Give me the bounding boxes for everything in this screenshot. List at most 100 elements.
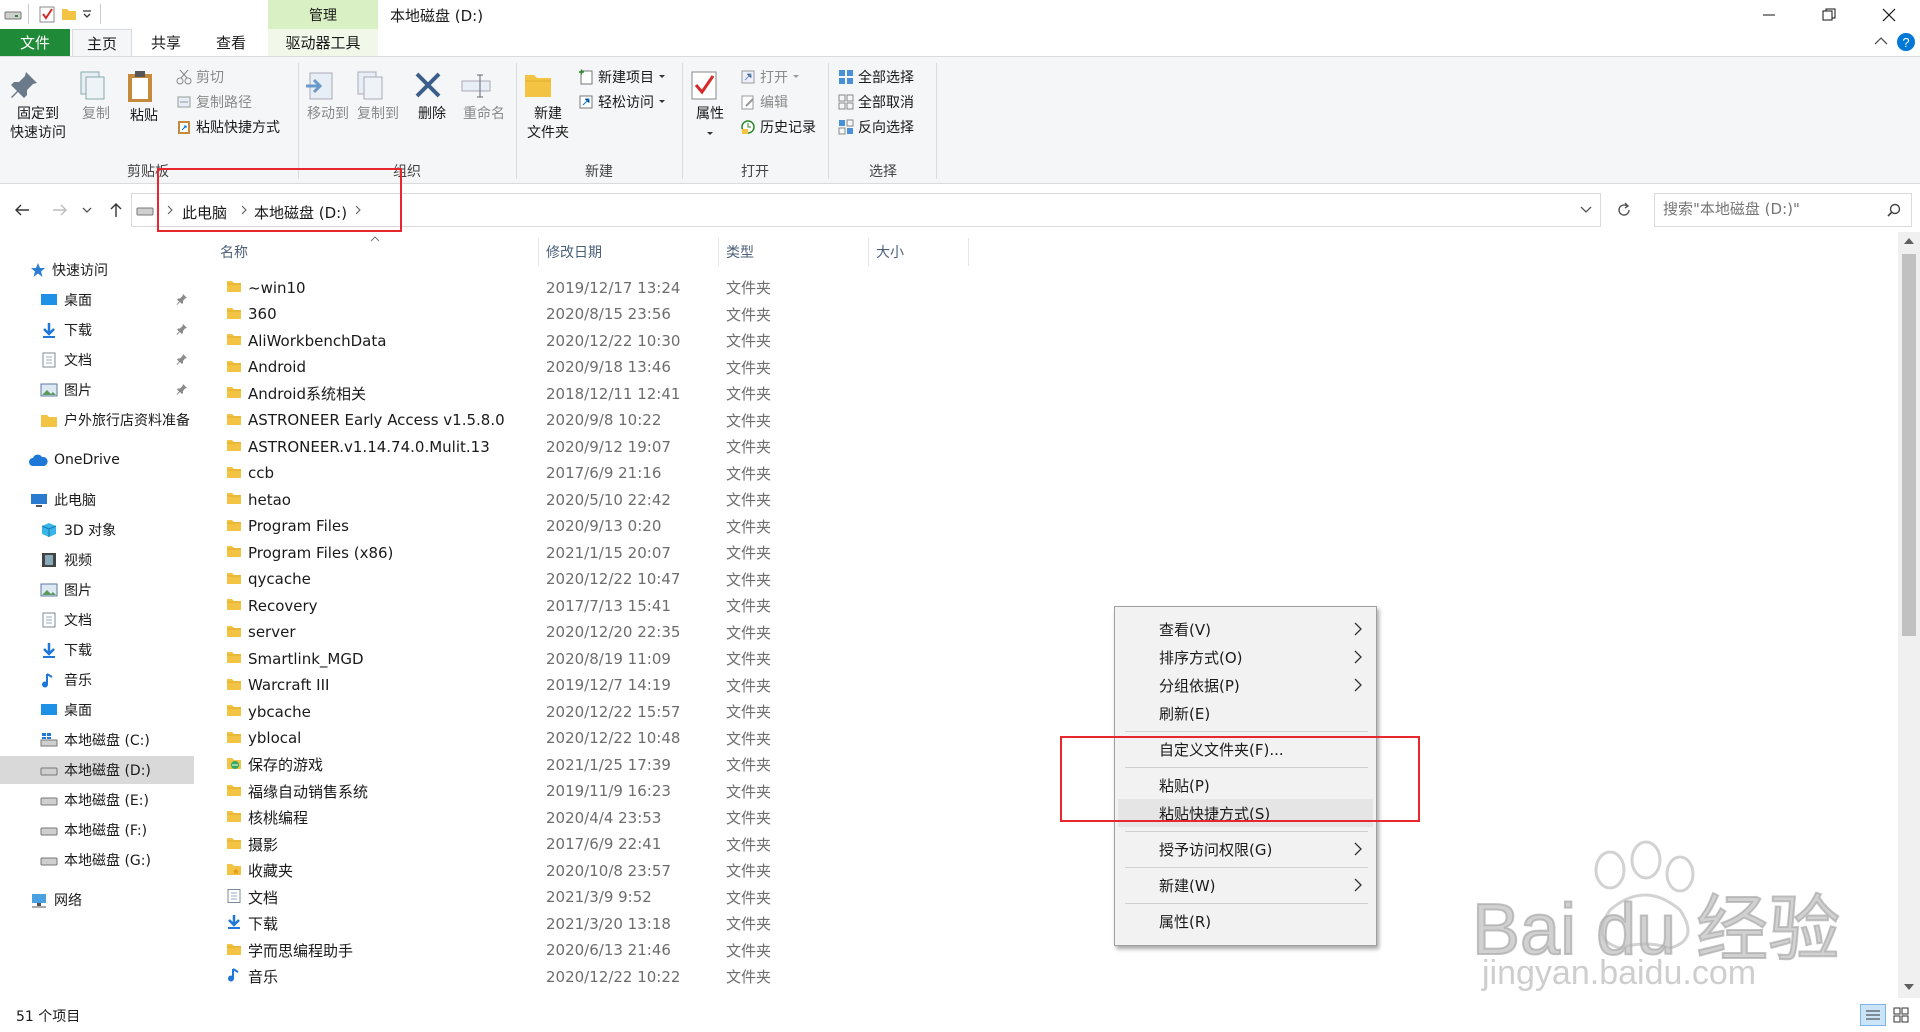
pin-icon[interactable] [176, 353, 188, 365]
sidebar-item-3d-objects[interactable]: 3D 对象 [0, 516, 194, 544]
file-row[interactable]: 摄影 2017/6/9 22:41 文件夹 [220, 831, 980, 858]
file-row[interactable]: 保存的游戏 2021/1/25 17:39 文件夹 [220, 751, 980, 778]
menu-item-sort[interactable]: 排序方式(O) [1118, 643, 1373, 671]
tab-share[interactable]: 共享 [136, 29, 196, 56]
tab-home[interactable]: 主页 [72, 29, 132, 56]
sidebar-item-this-pc[interactable]: 此电脑 [0, 486, 194, 514]
file-row[interactable]: Recovery 2017/7/13 15:41 文件夹 [220, 592, 980, 619]
column-header-date[interactable]: 修改日期 [546, 242, 602, 262]
tab-file[interactable]: 文件 [0, 29, 70, 56]
sidebar-item-drive-d[interactable]: 本地磁盘 (D:) [0, 756, 194, 784]
tab-drive-tools[interactable]: 驱动器工具 [268, 29, 378, 56]
file-row[interactable]: 收藏夹 2020/10/8 23:57 文件夹 [220, 857, 980, 884]
refresh-icon[interactable] [1612, 198, 1636, 222]
easy-access-button[interactable]: 轻松访问 [578, 90, 666, 114]
details-view-button[interactable] [1860, 1004, 1886, 1026]
file-row[interactable]: Program Files (x86) 2021/1/15 20:07 文件夹 [220, 539, 980, 566]
history-button[interactable]: 历史记录 [740, 115, 816, 139]
search-input[interactable] [1655, 194, 1870, 224]
qat-dropdown-icon[interactable] [82, 8, 92, 18]
file-row[interactable]: AliWorkbenchData 2020/12/22 10:30 文件夹 [220, 327, 980, 354]
file-row[interactable]: 360 2020/8/15 23:56 文件夹 [220, 301, 980, 328]
help-icon[interactable]: ? [1896, 32, 1916, 52]
sidebar-item-onedrive[interactable]: OneDrive [0, 446, 194, 474]
tab-view[interactable]: 查看 [200, 29, 262, 56]
move-to-button[interactable]: 移动到 [304, 69, 352, 124]
sidebar-item-quick-access[interactable]: 快速访问 [0, 256, 194, 284]
file-row[interactable]: Smartlink_MGD 2020/8/19 11:09 文件夹 [220, 645, 980, 672]
file-row[interactable]: 核桃编程 2020/4/4 23:53 文件夹 [220, 804, 980, 831]
pin-icon[interactable] [176, 293, 188, 305]
sidebar-item-documents-pc[interactable]: 文档 [0, 606, 194, 634]
file-row[interactable]: yblocal 2020/12/22 10:48 文件夹 [220, 725, 980, 752]
sidebar-item-music[interactable]: 音乐 [0, 666, 194, 694]
minimize-button[interactable] [1746, 0, 1792, 29]
restore-button[interactable] [1806, 0, 1852, 29]
sidebar-item-desktop-pc[interactable]: 桌面 [0, 696, 194, 724]
open-button[interactable]: 打开 [740, 65, 800, 89]
sidebar-item-downloads-pc[interactable]: 下载 [0, 636, 194, 664]
new-folder-button[interactable]: 新建 文件夹 [522, 69, 574, 143]
menu-item-new[interactable]: 新建(W) [1118, 871, 1373, 899]
sidebar-item-drive-f[interactable]: 本地磁盘 (F:) [0, 816, 194, 844]
delete-button[interactable]: 删除 [412, 69, 452, 124]
paste-shortcut-button[interactable]: 粘贴快捷方式 [176, 115, 280, 139]
new-folder-qat-icon[interactable] [60, 5, 78, 23]
address-history-dropdown-icon[interactable] [1580, 206, 1592, 214]
sidebar-item-videos[interactable]: 视频 [0, 546, 194, 574]
scrollbar-thumb[interactable] [1902, 254, 1916, 636]
sidebar-item-outdoor-folder[interactable]: 户外旅行店资料准备 [0, 406, 194, 434]
search-box[interactable] [1654, 193, 1912, 227]
sidebar-item-drive-c[interactable]: 本地磁盘 (C:) [0, 726, 194, 754]
search-icon[interactable] [1887, 203, 1901, 217]
file-row[interactable]: ybcache 2020/12/22 15:57 文件夹 [220, 698, 980, 725]
up-button[interactable] [104, 198, 128, 222]
file-row[interactable]: 下载 2021/3/20 13:18 文件夹 [220, 910, 980, 937]
file-row[interactable]: ~win10 2019/12/17 13:24 文件夹 [220, 274, 980, 301]
file-row[interactable]: ccb 2017/6/9 21:16 文件夹 [220, 460, 980, 487]
pin-icon[interactable] [176, 383, 188, 395]
properties-check-icon[interactable] [38, 5, 56, 23]
ribbon-collapse-icon[interactable] [1874, 36, 1888, 46]
sidebar-item-pictures[interactable]: 图片 [0, 376, 194, 404]
column-header-name[interactable]: 名称 [220, 242, 248, 262]
file-row[interactable]: 文档 2021/3/9 9:52 文件夹 [220, 884, 980, 911]
sidebar-item-drive-g[interactable]: 本地磁盘 (G:) [0, 846, 194, 874]
invert-selection-button[interactable]: 反向选择 [838, 115, 914, 139]
copy-path-button[interactable]: 复制路径 [176, 90, 252, 114]
back-button[interactable] [10, 198, 34, 222]
recent-locations-button[interactable] [80, 198, 94, 222]
file-row[interactable]: Android 2020/9/18 13:46 文件夹 [220, 354, 980, 381]
pin-to-quick-access-button[interactable]: 固定到 快速访问 [8, 69, 68, 143]
copy-button[interactable]: 复制 [76, 69, 116, 124]
column-header-type[interactable]: 类型 [726, 242, 754, 262]
forward-button[interactable] [48, 198, 72, 222]
file-row[interactable]: hetao 2020/5/10 22:42 文件夹 [220, 486, 980, 513]
file-row[interactable]: ASTRONEER.v1.14.74.0.Mulit.13 2020/9/12 1… [220, 433, 980, 460]
file-row[interactable]: 福缘自动销售系统 2019/11/9 16:23 文件夹 [220, 778, 980, 805]
new-item-button[interactable]: 新建项目 [578, 65, 666, 89]
menu-item-properties[interactable]: 属性(R) [1118, 907, 1373, 935]
copy-to-button[interactable]: 复制到 [354, 69, 402, 124]
sidebar-item-downloads[interactable]: 下载 [0, 316, 194, 344]
properties-button[interactable]: 属性 [688, 69, 732, 143]
sidebar-item-drive-e[interactable]: 本地磁盘 (E:) [0, 786, 194, 814]
paste-button[interactable]: 粘贴 [124, 69, 164, 126]
sidebar-item-pictures-pc[interactable]: 图片 [0, 576, 194, 604]
file-row[interactable]: ASTRONEER Early Access v1.5.8.0 2020/9/8 … [220, 407, 980, 434]
menu-item-group[interactable]: 分组依据(P) [1118, 671, 1373, 699]
file-row[interactable]: Program Files 2020/9/13 0:20 文件夹 [220, 513, 980, 540]
column-header-size[interactable]: 大小 [876, 242, 904, 262]
cut-button[interactable]: 剪切 [176, 65, 224, 89]
file-row[interactable]: 音乐 2020/12/22 10:22 文件夹 [220, 963, 980, 990]
sidebar-item-desktop[interactable]: 桌面 [0, 286, 194, 314]
select-none-button[interactable]: 全部取消 [838, 90, 914, 114]
file-row[interactable]: Warcraft III 2019/12/7 14:19 文件夹 [220, 672, 980, 699]
pin-icon[interactable] [176, 323, 188, 335]
close-button[interactable] [1866, 0, 1912, 29]
menu-item-refresh[interactable]: 刷新(E) [1118, 699, 1373, 727]
edit-button[interactable]: 编辑 [740, 90, 788, 114]
scroll-up-icon[interactable] [1904, 238, 1914, 244]
rename-button[interactable]: 重命名 [460, 69, 508, 124]
file-row[interactable]: 学而思编程助手 2020/6/13 21:46 文件夹 [220, 937, 980, 964]
